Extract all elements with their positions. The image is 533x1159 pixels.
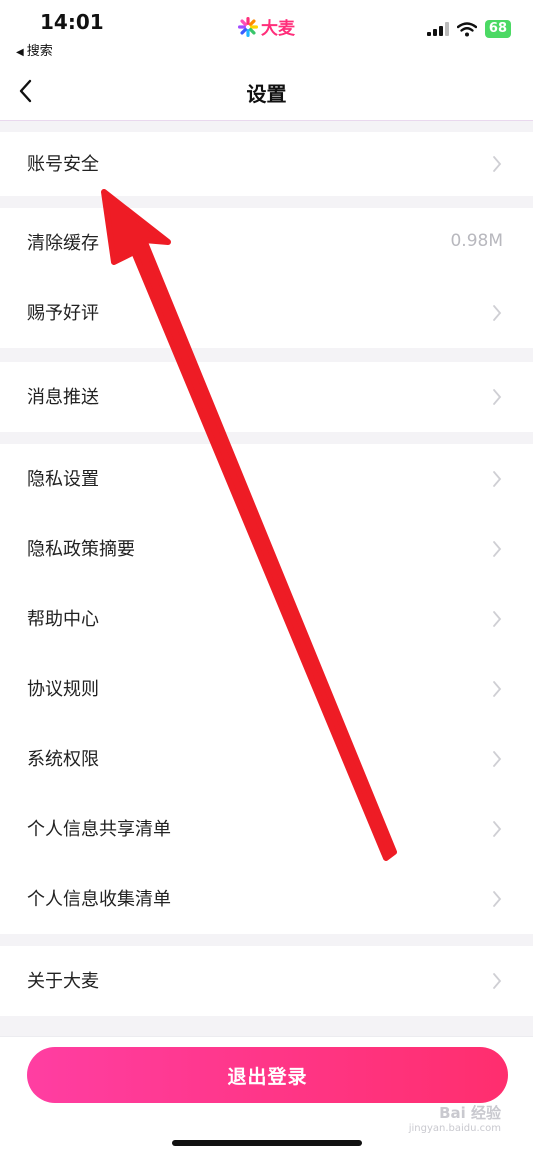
settings-section-general: 清除缓存 0.98M 赐予好评 [0, 208, 533, 348]
settings-row-about[interactable]: 关于大麦 [0, 946, 533, 1016]
cellular-signal-icon [426, 22, 449, 36]
status-indicators: 68 [426, 20, 511, 38]
chevron-right-icon [493, 973, 502, 989]
settings-row-help-center[interactable]: 帮助中心 [0, 584, 533, 654]
cache-size-value: 0.98M [450, 231, 503, 251]
chevron-right-icon [493, 541, 502, 557]
chevron-right-icon [493, 389, 502, 405]
battery-indicator: 68 [484, 20, 511, 38]
chevron-right-icon [493, 156, 502, 172]
chevron-right-icon [493, 821, 502, 837]
nav-bar: 设置 [0, 64, 533, 121]
settings-row-privacy-summary[interactable]: 隐私政策摘要 [0, 514, 533, 584]
row-label: 系统权限 [27, 749, 99, 770]
row-label: 关于大麦 [27, 971, 99, 992]
row-label: 帮助中心 [27, 609, 99, 630]
settings-row-info-sharing-list[interactable]: 个人信息共享清单 [0, 794, 533, 864]
wifi-icon [456, 21, 477, 36]
chevron-right-icon [493, 751, 502, 767]
settings-section-notifications: 消息推送 [0, 362, 533, 432]
back-triangle-icon: ◀ [16, 47, 24, 58]
page-title: 设置 [246, 82, 287, 106]
home-indicator [172, 1140, 362, 1146]
watermark-main: Bai 经验 [439, 1104, 501, 1122]
status-time: 14:01 [40, 10, 104, 34]
status-bar: 14:01 ◀ 搜索 大麦 68 [0, 0, 533, 64]
logout-button[interactable]: 退出登录 [27, 1047, 508, 1103]
settings-row-info-collection-list[interactable]: 个人信息收集清单 [0, 864, 533, 934]
back-to-app-link[interactable]: ◀ 搜索 [16, 40, 53, 59]
chevron-right-icon [493, 611, 502, 627]
row-label: 清除缓存 [27, 233, 99, 254]
row-label: 隐私政策摘要 [27, 539, 135, 560]
chevron-right-icon [493, 305, 502, 321]
settings-row-push-notifications[interactable]: 消息推送 [0, 362, 533, 432]
row-label: 个人信息共享清单 [27, 819, 171, 840]
back-app-label: 搜索 [26, 44, 53, 59]
settings-section-account: 账号安全 [0, 132, 533, 196]
settings-section-about: 关于大麦 [0, 946, 533, 1016]
chevron-right-icon [493, 891, 502, 907]
watermark-sub: jingyan.baidu.com [408, 1123, 501, 1134]
row-label: 个人信息收集清单 [27, 889, 171, 910]
row-label: 账号安全 [27, 154, 99, 175]
settings-row-privacy-settings[interactable]: 隐私设置 [0, 444, 533, 514]
brand-text: 大麦 [261, 19, 295, 39]
settings-row-system-permissions[interactable]: 系统权限 [0, 724, 533, 794]
chevron-right-icon [493, 681, 502, 697]
chevron-right-icon [493, 471, 502, 487]
row-label: 协议规则 [27, 679, 99, 700]
damai-logo-icon [238, 16, 258, 37]
row-label: 消息推送 [27, 387, 99, 408]
settings-section-privacy: 隐私设置 隐私政策摘要 帮助中心 协议规则 系统权限 个人信息共享清单 个人信息… [0, 444, 533, 934]
settings-row-agreements[interactable]: 协议规则 [0, 654, 533, 724]
settings-row-rate-app[interactable]: 赐予好评 [0, 278, 533, 348]
settings-row-account-security[interactable]: 账号安全 [0, 132, 533, 196]
settings-row-clear-cache[interactable]: 清除缓存 0.98M [0, 208, 533, 278]
baidu-watermark: Bai 经验 jingyan.baidu.com [409, 1102, 501, 1134]
row-label: 赐予好评 [27, 303, 99, 324]
row-label: 隐私设置 [27, 469, 99, 490]
app-brand: 大麦 [238, 14, 295, 39]
